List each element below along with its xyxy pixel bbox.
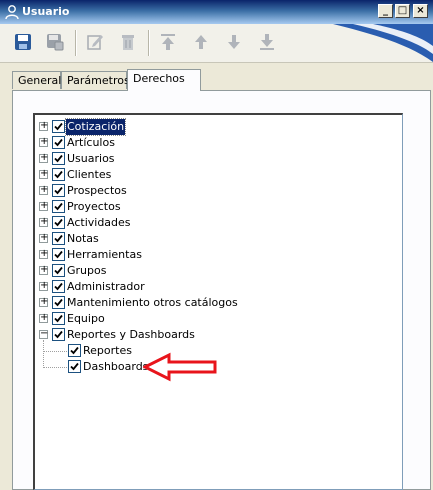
collapse-icon[interactable]: −: [39, 328, 49, 339]
tree-node-label[interactable]: Notas: [66, 231, 100, 247]
tree-checkbox[interactable]: [52, 168, 65, 181]
toolbar: [0, 24, 433, 63]
tree-checkbox[interactable]: [52, 312, 65, 325]
tree-line: [43, 340, 44, 368]
move-first-icon: [161, 34, 175, 50]
tab-general[interactable]: General: [12, 71, 61, 89]
tree-node-label[interactable]: Grupos: [66, 263, 107, 279]
expander-glyph: +: [40, 200, 49, 211]
tree-node-label[interactable]: Clientes: [66, 167, 112, 183]
tree-node-label[interactable]: Herramientas: [66, 247, 143, 263]
expander-glyph: +: [40, 184, 49, 195]
tab-derechos[interactable]: Derechos: [127, 69, 201, 91]
expand-icon[interactable]: +: [39, 312, 49, 323]
expander-glyph: +: [40, 216, 49, 227]
toolbar-separator: [75, 30, 77, 56]
tree-checkbox[interactable]: [52, 120, 65, 133]
tree-node-label[interactable]: Equipo: [66, 311, 106, 327]
move-last-button[interactable]: [256, 31, 278, 53]
close-icon: ×: [416, 5, 425, 16]
rights-tree[interactable]: + Cotización + Artículos + Usuarios + Clientes +…: [33, 113, 403, 490]
expander-glyph: +: [40, 168, 49, 179]
tree-checkbox[interactable]: [52, 280, 65, 293]
move-up-button[interactable]: [190, 31, 212, 53]
tree-line: [43, 351, 67, 352]
tree-checkbox[interactable]: [68, 360, 81, 373]
tree-node-label[interactable]: Reportes y Dashboards: [66, 327, 196, 343]
tab-parametros[interactable]: Parámetros: [61, 71, 130, 89]
expand-icon[interactable]: +: [39, 136, 49, 147]
maximize-button[interactable]: □: [395, 4, 410, 18]
expand-icon[interactable]: +: [39, 216, 49, 227]
expander-glyph: +: [40, 312, 49, 323]
expand-icon[interactable]: +: [39, 232, 49, 243]
toolbar-swoosh-decoration: [333, 24, 433, 62]
expand-icon[interactable]: +: [39, 168, 49, 179]
move-last-icon: [260, 34, 274, 50]
minimize-icon: _: [383, 5, 388, 16]
delete-button[interactable]: [117, 31, 139, 53]
tree-checkbox[interactable]: [52, 248, 65, 261]
annotation-arrow-icon: [143, 352, 217, 382]
tree-checkbox[interactable]: [52, 328, 65, 341]
maximize-icon: □: [397, 5, 408, 16]
expand-icon[interactable]: +: [39, 200, 49, 211]
save-button[interactable]: [12, 31, 34, 53]
tree-checkbox[interactable]: [52, 232, 65, 245]
move-down-icon: [228, 35, 240, 49]
expander-glyph: +: [40, 120, 49, 131]
tree-checkbox[interactable]: [52, 136, 65, 149]
expander-glyph: +: [40, 136, 49, 147]
tree-node-label[interactable]: Prospectos: [66, 183, 128, 199]
tree-checkbox[interactable]: [52, 216, 65, 229]
save-close-icon: [47, 34, 64, 51]
expand-icon[interactable]: +: [39, 184, 49, 195]
expander-glyph: +: [40, 248, 49, 259]
move-up-icon: [195, 35, 207, 49]
expand-icon[interactable]: +: [39, 296, 49, 307]
title-bar[interactable]: Usuario _ □ ×: [0, 0, 433, 24]
tree-node-label[interactable]: Actividades: [66, 215, 132, 231]
tree-checkbox[interactable]: [52, 152, 65, 165]
toolbar-separator: [148, 30, 150, 56]
tree-line: [43, 367, 67, 368]
tree-node-label[interactable]: Mantenimiento otros catálogos: [66, 295, 239, 311]
close-button[interactable]: ×: [413, 4, 428, 18]
tree-checkbox[interactable]: [52, 296, 65, 309]
tree-node-label[interactable]: Usuarios: [66, 151, 116, 167]
expand-icon[interactable]: +: [39, 152, 49, 163]
tree-node-label[interactable]: Artículos: [66, 135, 116, 151]
expander-glyph: −: [40, 328, 49, 339]
expand-icon[interactable]: +: [39, 120, 49, 131]
save-close-button[interactable]: [44, 31, 66, 53]
expand-icon[interactable]: +: [39, 248, 49, 259]
expand-icon[interactable]: +: [39, 264, 49, 275]
tree-node-label[interactable]: Reportes: [82, 343, 133, 359]
tree-checkbox[interactable]: [52, 184, 65, 197]
minimize-button[interactable]: _: [378, 4, 393, 18]
delete-icon: [122, 35, 134, 50]
expander-glyph: +: [40, 264, 49, 275]
expander-glyph: +: [40, 152, 49, 163]
window-title: Usuario: [22, 5, 70, 18]
tree-node-label[interactable]: Dashboards: [82, 359, 149, 375]
user-icon: [5, 5, 19, 20]
tree-checkbox[interactable]: [68, 344, 81, 357]
tree-node-label[interactable]: Cotización: [64, 118, 127, 136]
expander-glyph: +: [40, 280, 49, 291]
tree-checkbox[interactable]: [52, 264, 65, 277]
tree-node-label[interactable]: Administrador: [66, 279, 146, 295]
expander-glyph: +: [40, 232, 49, 243]
tree-checkbox[interactable]: [52, 200, 65, 213]
expander-glyph: +: [40, 296, 49, 307]
move-first-button[interactable]: [157, 31, 179, 53]
expand-icon[interactable]: +: [39, 280, 49, 291]
save-icon: [15, 34, 31, 50]
edit-icon: [87, 35, 103, 50]
move-down-button[interactable]: [223, 31, 245, 53]
edit-button[interactable]: [84, 31, 106, 53]
tree-node-label[interactable]: Proyectos: [66, 199, 122, 215]
